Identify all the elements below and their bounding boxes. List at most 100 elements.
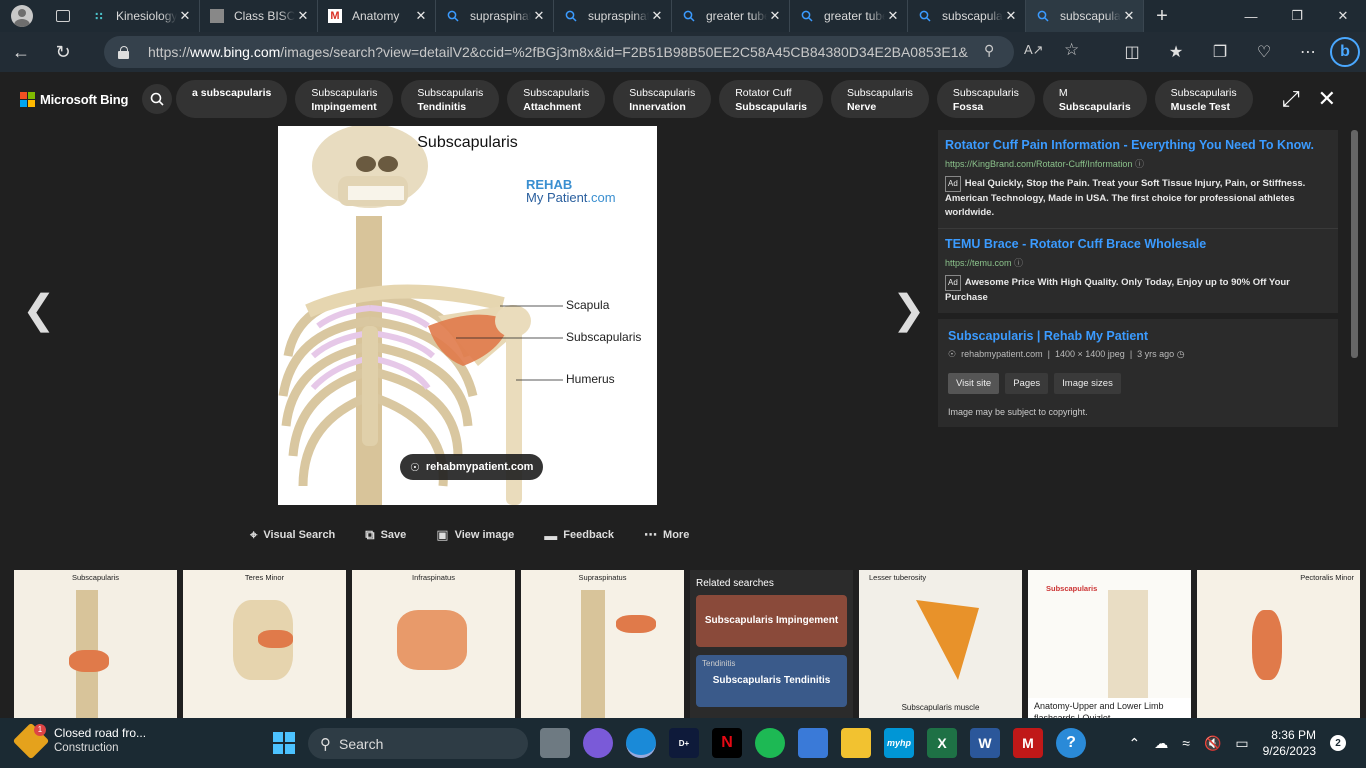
thumbnail[interactable]: Subscapularis xyxy=(14,570,177,718)
address-bar[interactable]: https://www.bing.com/images/search?view=… xyxy=(104,36,1014,68)
minimize-button[interactable]: — xyxy=(1228,0,1274,32)
related-chip[interactable]: Subscapularis Nerve xyxy=(830,80,929,118)
start-button[interactable] xyxy=(273,732,295,754)
source-pill[interactable]: ☉ rehabmypatient.com xyxy=(400,454,544,480)
related-chip[interactable]: Subscapularis Impingement xyxy=(295,80,394,118)
thumbnail[interactable]: Lesser tuberosity Subscapularis muscle xyxy=(859,570,1022,718)
related-chip[interactable]: a subscapularis xyxy=(176,80,288,118)
tab-6[interactable]: greater tubercle✕ xyxy=(790,0,908,32)
ad-2[interactable]: TEMU Brace - Rotator Cuff Brace Wholesal… xyxy=(938,229,1338,313)
close-tab-icon[interactable]: ✕ xyxy=(177,8,193,24)
image-sizes-button[interactable]: Image sizes xyxy=(1054,373,1121,394)
close-viewer-icon[interactable]: ✕ xyxy=(1318,86,1336,112)
close-tab-icon[interactable]: ✕ xyxy=(413,8,429,24)
thumbnail[interactable]: Pectoralis Minor xyxy=(1197,570,1360,718)
clock[interactable]: 8:36 PM 9/26/2023 xyxy=(1263,727,1316,759)
tab-8[interactable]: subscapularis✕ xyxy=(1026,0,1144,32)
thumbnail[interactable]: Subscapularis Anatomy-Upper and Lower Li… xyxy=(1028,570,1191,718)
teams-icon[interactable] xyxy=(583,728,613,758)
close-tab-icon[interactable]: ✕ xyxy=(1003,8,1019,24)
thumbnail[interactable]: Teres Minor xyxy=(183,570,346,718)
file-explorer-icon[interactable] xyxy=(841,728,871,758)
next-image-arrow[interactable]: ❯ xyxy=(892,287,926,333)
close-tab-icon[interactable]: ✕ xyxy=(649,8,665,24)
main-image[interactable]: Subscapularis REHAB My Patient.com Scapul… xyxy=(278,126,657,505)
chevron-up-icon[interactable]: ⌃ xyxy=(1129,735,1141,752)
notification-badge[interactable]: 2 xyxy=(1330,735,1346,751)
related-chip[interactable]: Rotator Cuff Subscapularis xyxy=(719,80,823,118)
task-view-icon[interactable] xyxy=(540,728,570,758)
tab-7[interactable]: subscapularis✕ xyxy=(908,0,1026,32)
disney-plus-icon[interactable]: D+ xyxy=(669,728,699,758)
zoom-icon[interactable]: ⚲ xyxy=(984,42,994,59)
search-button[interactable] xyxy=(142,84,173,114)
view-image-button[interactable]: ▣ View image xyxy=(436,527,514,543)
info-title[interactable]: Subscapularis | Rehab My Patient xyxy=(948,329,1328,343)
related-chip[interactable]: M Subscapularis xyxy=(1042,80,1147,118)
battery-icon[interactable]: ▭ xyxy=(1235,735,1248,752)
refresh-button[interactable]: ↻ xyxy=(42,32,84,72)
profile-button[interactable] xyxy=(0,0,44,32)
related-chip[interactable]: Subscapularis Fossa xyxy=(936,80,1035,118)
side-panel-scrollbar[interactable] xyxy=(1351,130,1358,358)
spotify-icon[interactable] xyxy=(755,728,785,758)
volume-muted-icon[interactable]: 🔇 xyxy=(1204,735,1221,752)
related-chip[interactable]: Subscapularis Innervation xyxy=(613,80,712,118)
bing-copilot-icon[interactable]: b xyxy=(1330,37,1360,67)
back-button[interactable]: ← xyxy=(0,32,42,72)
thumbnail[interactable]: Supraspinatus xyxy=(521,570,684,718)
netflix-icon[interactable]: N xyxy=(712,728,742,758)
feedback-button[interactable]: ▬ Feedback xyxy=(544,527,614,543)
related-chip[interactable]: Subscapularis Tendinitis xyxy=(401,80,500,118)
pages-button[interactable]: Pages xyxy=(1005,373,1049,394)
visual-search-button[interactable]: ⌖ Visual Search xyxy=(250,527,335,543)
taskbar-search[interactable]: ⚲ Search xyxy=(308,728,528,759)
expand-icon[interactable]: ⤢ xyxy=(1282,86,1300,112)
help-icon[interactable]: ? xyxy=(1056,728,1086,758)
tab-0[interactable]: ∷ Kinesiology ✕ xyxy=(82,0,200,32)
edge-icon[interactable] xyxy=(626,728,656,758)
thumbnail[interactable]: Infraspinatus xyxy=(352,570,515,718)
previous-image-arrow[interactable]: ❮ xyxy=(22,287,56,333)
excel-icon[interactable]: X xyxy=(927,728,957,758)
tab-3[interactable]: supraspinatus✕ xyxy=(436,0,554,32)
tab-1[interactable]: Class BISC ✕ xyxy=(200,0,318,32)
close-tab-icon[interactable]: ✕ xyxy=(767,8,783,24)
mcafee-icon[interactable]: M xyxy=(1013,728,1043,758)
onedrive-icon[interactable]: ☁ xyxy=(1154,735,1168,752)
new-tab-button[interactable]: + xyxy=(1144,0,1180,32)
store-icon[interactable] xyxy=(798,728,828,758)
close-window-button[interactable]: ✕ xyxy=(1320,0,1366,32)
save-button[interactable]: ⧉ Save xyxy=(365,527,406,543)
close-tab-icon[interactable]: ✕ xyxy=(885,8,901,24)
ad-1[interactable]: Rotator Cuff Pain Information - Everythi… xyxy=(938,130,1338,228)
myhp-icon[interactable]: myhp xyxy=(884,728,914,758)
tab-4[interactable]: supraspinatus✕ xyxy=(554,0,672,32)
tab-2[interactable]: M Anatomy ✕ xyxy=(318,0,436,32)
word-icon[interactable]: W xyxy=(970,728,1000,758)
related-chip[interactable]: Subscapularis Attachment xyxy=(507,80,606,118)
ad-title[interactable]: TEMU Brace - Rotator Cuff Brace Wholesal… xyxy=(945,237,1331,251)
related-chip[interactable]: Subscapularis Muscle Test xyxy=(1154,80,1253,118)
related-item[interactable]: Subscapularis Impingement xyxy=(696,595,847,647)
close-tab-icon[interactable]: ✕ xyxy=(531,8,547,24)
visit-site-button[interactable]: Visit site xyxy=(948,373,1000,394)
ad-title[interactable]: Rotator Cuff Pain Information - Everythi… xyxy=(945,138,1331,152)
split-screen-icon[interactable]: ◫ xyxy=(1110,32,1154,72)
restore-button[interactable]: ❐ xyxy=(1274,0,1320,32)
more-menu-icon[interactable]: ⋯ xyxy=(1286,32,1330,72)
more-button[interactable]: ⋯ More xyxy=(644,527,689,543)
wifi-icon[interactable]: ≈ xyxy=(1182,735,1190,751)
health-icon[interactable]: ♡ xyxy=(1242,32,1286,72)
related-item[interactable]: Tendinitis Subscapularis Tendinitis xyxy=(696,655,847,707)
close-tab-icon[interactable]: ✕ xyxy=(1121,8,1137,24)
microsoft-bing-logo[interactable]: Microsoft Bing xyxy=(20,91,128,107)
close-tab-icon[interactable]: ✕ xyxy=(295,8,311,24)
read-aloud-icon[interactable]: A↗ xyxy=(1024,42,1044,58)
tab-actions-button[interactable] xyxy=(44,0,82,32)
url-text[interactable]: https://www.bing.com/images/search?view=… xyxy=(148,44,968,60)
favorites-icon[interactable]: ★ xyxy=(1154,32,1198,72)
tab-5[interactable]: greater tubercle✕ xyxy=(672,0,790,32)
favorite-star-icon[interactable]: ☆ xyxy=(1064,40,1079,60)
collections-icon[interactable]: ❐ xyxy=(1198,32,1242,72)
